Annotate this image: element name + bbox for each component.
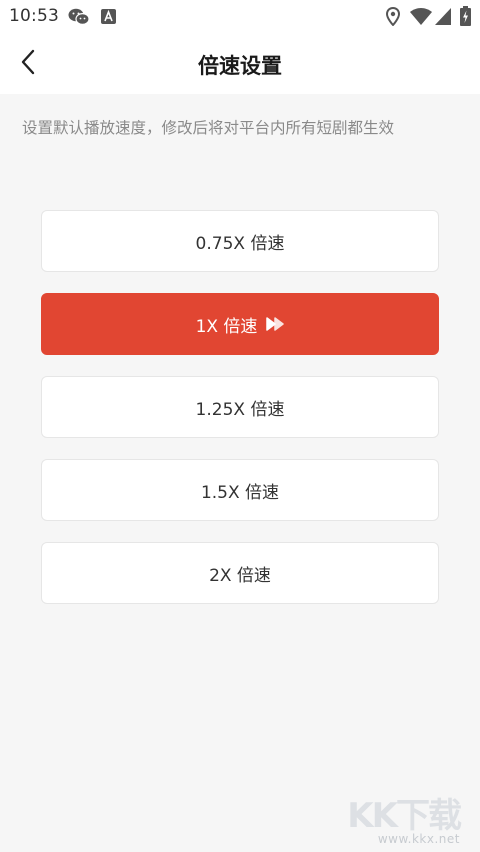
- watermark: KK下载 www.kkx.net: [347, 796, 462, 846]
- status-bar: 10:53: [0, 0, 480, 34]
- speed-option-0-75x[interactable]: 0.75X 倍速: [41, 210, 439, 272]
- speed-option-1-5x[interactable]: 1.5X 倍速: [41, 459, 439, 521]
- speed-option-label: 0.75X 倍速: [195, 233, 285, 254]
- speed-option-1-25x[interactable]: 1.25X 倍速: [41, 376, 439, 438]
- speed-option-2x[interactable]: 2X 倍速: [41, 542, 439, 604]
- signal-icon: [435, 8, 451, 29]
- watermark-logo: KK下载: [347, 796, 462, 836]
- font-app-icon: [101, 9, 116, 28]
- wechat-icon: [68, 8, 90, 30]
- content-area: 设置默认播放速度，修改后将对平台内所有短剧都生效 0.75X 倍速 1X 倍速 …: [0, 94, 480, 852]
- header: 倍速设置: [0, 34, 480, 94]
- page-title: 倍速设置: [198, 54, 282, 78]
- fast-forward-icon: [266, 317, 285, 331]
- status-time: 10:53: [9, 6, 59, 26]
- location-icon: [385, 6, 401, 30]
- speed-option-label: 1.5X 倍速: [200, 482, 280, 503]
- speed-option-label: 1X 倍速: [195, 316, 258, 337]
- speed-description: 设置默认播放速度，修改后将对平台内所有短剧都生效: [22, 119, 395, 137]
- speed-option-label: 1.25X 倍速: [195, 399, 285, 420]
- battery-charging-icon: [460, 6, 471, 30]
- speed-option-1x[interactable]: 1X 倍速: [41, 293, 439, 355]
- speed-option-label: 2X 倍速: [209, 565, 271, 586]
- wifi-icon: [410, 8, 432, 29]
